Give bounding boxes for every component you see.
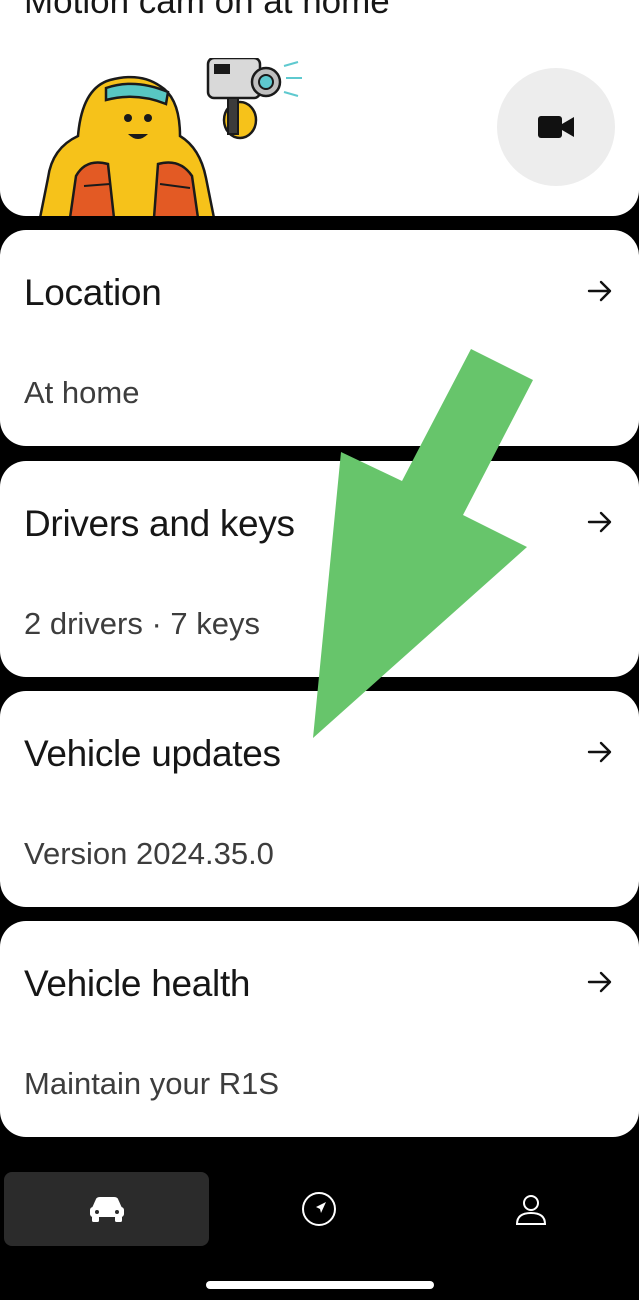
vehicle-health-subtitle: Maintain your R1S [24,1066,280,1101]
vehicle-health-card[interactable]: Vehicle health Maintain your R1S [0,921,639,1137]
video-camera-icon [538,116,574,138]
nav-vehicle-tab[interactable] [4,1172,209,1246]
arrow-right-icon [587,511,612,533]
vehicle-updates-subtitle: Version 2024.35.0 [24,836,274,871]
motion-cam-title: Motion cam on at home [24,0,390,21]
navigation-icon [301,1192,336,1226]
arrow-right-icon [587,971,612,993]
vehicle-health-title: Vehicle health [24,963,251,1004]
arrow-right-icon [587,741,612,763]
motion-cam-button[interactable] [497,68,615,186]
profile-icon [515,1195,546,1225]
vehicle-updates-card[interactable]: Vehicle updates Version 2024.35.0 [0,691,639,907]
nav-navigation-tab[interactable] [216,1172,421,1246]
location-subtitle: At home [24,375,140,410]
drivers-and-keys-title: Drivers and keys [24,503,295,544]
drivers-and-keys-subtitle: 2 drivers · 7 keys [24,606,261,641]
location-card[interactable]: Location At home [0,230,639,446]
arrow-right-icon [587,280,612,302]
home-indicator[interactable] [206,1281,434,1289]
location-title: Location [24,272,162,313]
drivers-and-keys-card[interactable]: Drivers and keys 2 drivers · 7 keys [0,461,639,677]
motion-cam-card[interactable]: Motion cam on at home [0,0,639,216]
bottom-nav [0,1160,639,1300]
mascot-illustration [39,58,302,216]
nav-profile-tab[interactable] [428,1172,633,1246]
car-icon [89,1197,124,1222]
vehicle-updates-title: Vehicle updates [24,733,281,774]
